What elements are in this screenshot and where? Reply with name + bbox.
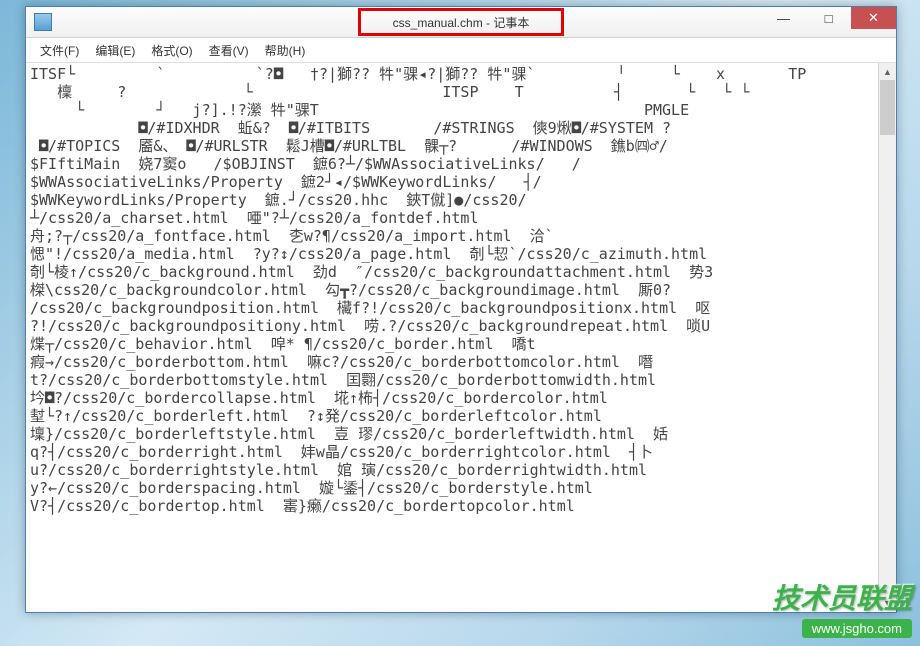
maximize-button[interactable]: □ [806, 7, 851, 29]
scroll-up-arrow-icon[interactable]: ▲ [879, 63, 896, 80]
window-title: css_manual.chm - 记事本 [393, 14, 530, 31]
menu-view[interactable]: 查看(V) [201, 40, 257, 61]
close-button[interactable]: ✕ [851, 7, 896, 29]
window-controls: — □ ✕ [761, 7, 896, 29]
menu-edit[interactable]: 编辑(E) [87, 40, 143, 61]
menu-file[interactable]: 文件(F) [32, 40, 87, 61]
notepad-icon [34, 13, 52, 31]
menu-help[interactable]: 帮助(H) [257, 40, 314, 61]
watermark-name: 技术员联盟 [772, 577, 912, 617]
content-area: ▲ ▼ [26, 63, 896, 611]
vertical-scrollbar[interactable]: ▲ ▼ [878, 63, 896, 611]
menubar: 文件(F) 编辑(E) 格式(O) 查看(V) 帮助(H) [26, 38, 896, 63]
menu-format[interactable]: 格式(O) [143, 40, 200, 61]
titlebar[interactable]: css_manual.chm - 记事本 — □ ✕ [26, 7, 896, 38]
notepad-window: css_manual.chm - 记事本 — □ ✕ 文件(F) 编辑(E) 格… [25, 6, 897, 613]
text-editor[interactable] [26, 63, 874, 611]
watermark-url: www.jsgho.com [802, 619, 912, 638]
minimize-button[interactable]: — [761, 7, 806, 29]
watermark: 技术员联盟 www.jsgho.com [772, 577, 912, 638]
scroll-thumb[interactable] [880, 80, 895, 135]
